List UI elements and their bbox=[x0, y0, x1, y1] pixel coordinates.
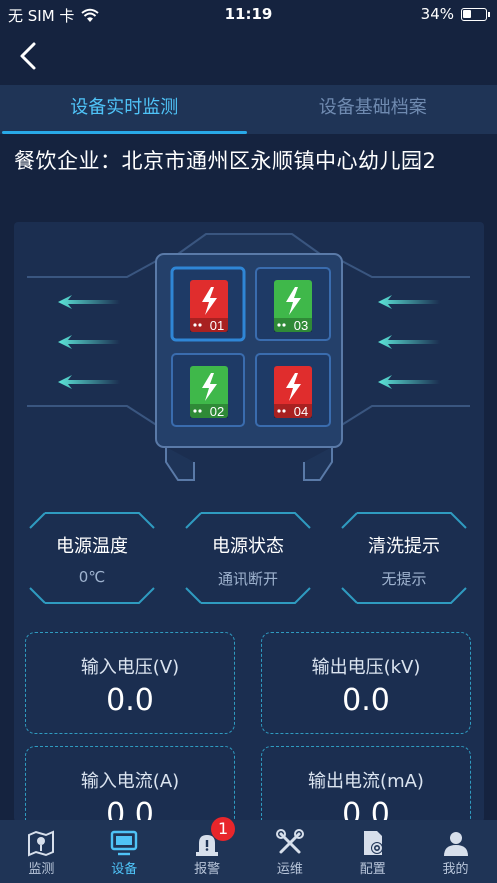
nav-label: 报警 bbox=[194, 862, 221, 877]
purifier-diagram: 01 03 02 04 bbox=[27, 233, 470, 481]
metric-label: 输出电压(kV) bbox=[311, 657, 421, 678]
nav-label: 配置 bbox=[359, 862, 386, 877]
nav-maintenance[interactable]: 运维 bbox=[248, 820, 331, 883]
stat-title: 电源状态 bbox=[212, 536, 284, 557]
stat-frame bbox=[29, 512, 155, 604]
module-01[interactable] bbox=[170, 266, 246, 342]
module-04-id: 04 bbox=[294, 404, 308, 419]
nav-label: 监测 bbox=[28, 862, 55, 877]
stat-value: 0℃ bbox=[78, 568, 106, 586]
stat-value: 通讯断开 bbox=[217, 570, 278, 588]
user-icon bbox=[443, 832, 468, 856]
metric-value: 0.0 bbox=[106, 683, 154, 718]
module-02[interactable] bbox=[171, 353, 245, 427]
monitor-icon bbox=[111, 830, 138, 856]
nav-device[interactable]: 设备 bbox=[83, 820, 166, 883]
stat-value: 无提示 bbox=[381, 570, 427, 588]
module-02-id: 02 bbox=[210, 404, 224, 419]
module-03-id: 03 bbox=[294, 318, 308, 333]
nav-alarm[interactable]: 1 报警 bbox=[166, 817, 249, 883]
nav-label: 设备 bbox=[111, 862, 138, 877]
metric-label: 输入电流(A) bbox=[80, 771, 180, 792]
airflow-arrows-right bbox=[378, 295, 440, 389]
stat-title: 电源温度 bbox=[56, 536, 128, 557]
bottom-nav: 监测 设备 1 报警 运维 配置 我的 bbox=[0, 817, 497, 883]
metric-output-voltage: 输出电压(kV) 0.0 bbox=[261, 632, 471, 734]
stat-power-status: 电源状态 通讯断开 bbox=[183, 510, 313, 606]
nav-label: 运维 bbox=[276, 862, 303, 877]
metric-value: 0.0 bbox=[342, 683, 390, 718]
metric-label: 输出电流(mA) bbox=[308, 771, 424, 792]
map-icon bbox=[28, 830, 55, 857]
config-icon bbox=[363, 831, 383, 855]
airflow-arrows-left bbox=[58, 295, 120, 389]
module-01-id: 01 bbox=[210, 318, 224, 333]
nav-config[interactable]: 配置 bbox=[331, 820, 414, 883]
nav-label: 我的 bbox=[442, 862, 469, 877]
metric-input-voltage: 输入电压(V) 0.0 bbox=[25, 632, 235, 734]
stat-frame bbox=[185, 512, 311, 604]
stat-title: 清洗提示 bbox=[368, 536, 440, 557]
stat-frame bbox=[341, 512, 467, 604]
stat-power-temperature: 电源温度 0℃ bbox=[27, 510, 157, 606]
metric-label: 输入电压(V) bbox=[80, 657, 180, 678]
stat-cleaning-hint: 清洗提示 无提示 bbox=[339, 510, 469, 606]
nav-monitor[interactable]: 监测 bbox=[0, 820, 83, 883]
alarm-count-badge: 1 bbox=[211, 817, 236, 841]
nav-profile[interactable]: 我的 bbox=[414, 820, 497, 883]
tools-icon bbox=[275, 829, 304, 854]
